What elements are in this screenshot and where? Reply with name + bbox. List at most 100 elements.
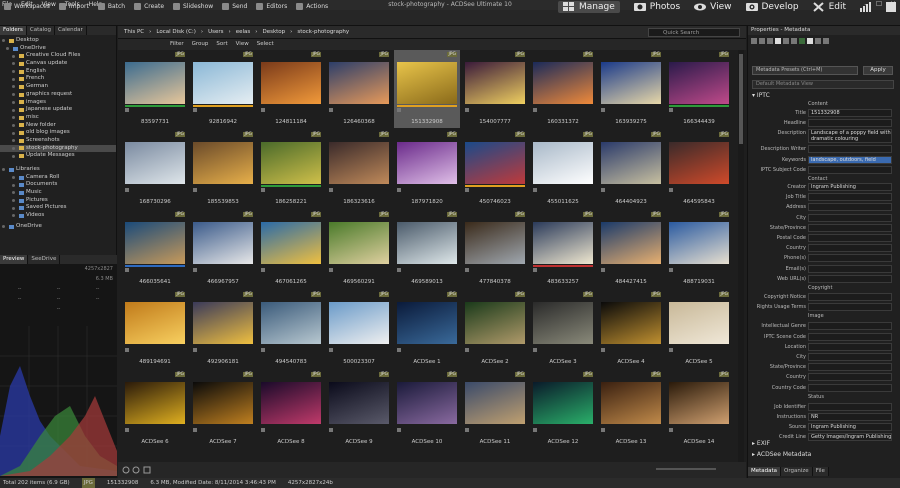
stats-icon[interactable] <box>860 2 872 12</box>
tab-folders[interactable]: Folders <box>0 26 27 35</box>
acdsee-metadata-section[interactable]: ▸ ACDSee Metadata <box>752 451 811 458</box>
thumbnail-item[interactable]: JPG 469589013 <box>394 210 460 288</box>
thumbnail-item[interactable]: JPG 489194691 <box>122 290 188 368</box>
mode-view[interactable]: View <box>694 2 732 12</box>
scrollbar-thumb[interactable] <box>739 54 743 144</box>
tool-icon[interactable] <box>799 38 805 44</box>
thumbnail-item[interactable]: JPG ACDSee 12 <box>530 370 596 448</box>
tree-item[interactable]: Update Messages <box>0 152 116 160</box>
library-item[interactable]: Music <box>0 189 116 197</box>
metadata-field-input[interactable] <box>808 303 892 312</box>
metadata-field-input[interactable] <box>808 402 892 411</box>
actions-button[interactable]: Actions <box>296 3 328 10</box>
tree-item[interactable]: misc <box>0 114 116 122</box>
thumbnail-item[interactable]: JPG ACDSee 7 <box>190 370 256 448</box>
tool-icon[interactable] <box>759 38 765 44</box>
thumbnail-item[interactable]: JPG 187971820 <box>394 130 460 208</box>
tab-metadata[interactable]: Metadata <box>748 467 782 476</box>
mode-edit[interactable]: Edit <box>812 2 846 12</box>
library-item[interactable]: Pictures <box>0 197 116 205</box>
metadata-field-input[interactable] <box>808 119 892 128</box>
metadata-presets-dropdown[interactable]: Metadata Presets (Ctrl+M) <box>752 66 858 75</box>
create-button[interactable]: Create <box>134 3 164 10</box>
tree-item[interactable]: Screenshots <box>0 137 116 145</box>
thumbnail-item[interactable]: JPG 483633257 <box>530 210 596 288</box>
thumbnail-item[interactable]: JPG 185539853 <box>190 130 256 208</box>
tab-preview[interactable]: Preview <box>0 255 29 264</box>
mode-develop[interactable]: Develop <box>745 2 799 12</box>
metadata-field-input[interactable] <box>808 373 892 382</box>
metadata-field-input[interactable] <box>808 213 892 222</box>
tree-item[interactable]: French <box>0 75 116 83</box>
tool-icon[interactable] <box>807 38 813 44</box>
library-item[interactable]: Documents <box>0 181 116 189</box>
tool-icon[interactable] <box>823 38 829 44</box>
thumbnail-item[interactable]: JPG ACDSee 8 <box>258 370 324 448</box>
metadata-field-input[interactable]: NR <box>808 413 892 421</box>
thumbnail-item[interactable]: JPG 83597731 <box>122 50 188 128</box>
thumbnail-item[interactable]: JPG 488719031 <box>666 210 732 288</box>
thumbnail-item[interactable]: JPG ACDSee 5 <box>666 290 732 368</box>
thumbnail-item[interactable]: JPG 464404923 <box>598 130 664 208</box>
thumbnail-item[interactable]: JPG 186323616 <box>326 130 392 208</box>
tree-item[interactable]: stock-photography <box>0 144 116 153</box>
tree-item[interactable]: Desktop <box>0 37 116 45</box>
batch-button[interactable]: Batch <box>97 3 125 10</box>
metadata-field-input[interactable] <box>808 322 892 331</box>
tab-organize[interactable]: Organize <box>781 467 813 476</box>
tab-seedrive[interactable]: SeeDrive <box>28 255 61 264</box>
exif-section-header[interactable]: ▸ EXIF <box>752 440 770 447</box>
metadata-field-input[interactable] <box>808 342 892 351</box>
thumbnail-item[interactable]: JPG ACDSee 11 <box>462 370 528 448</box>
thumbnail-item[interactable]: JPG 166344439 <box>666 50 732 128</box>
tool-icon[interactable] <box>767 38 773 44</box>
thumbnail-item[interactable]: JPG 450746023 <box>462 130 528 208</box>
thumbnail-item[interactable]: JPG 466967957 <box>190 210 256 288</box>
tool-icon[interactable] <box>751 38 757 44</box>
metadata-field-input[interactable] <box>808 363 892 372</box>
metadata-field-input[interactable]: 151332908 <box>808 109 892 117</box>
metadata-field-input[interactable] <box>808 254 892 263</box>
send-button[interactable]: Send <box>222 3 247 10</box>
tab-calendar[interactable]: Calendar <box>55 26 87 35</box>
metadata-field-input[interactable] <box>808 383 892 392</box>
tree-item[interactable]: images <box>0 99 116 107</box>
thumbnail-item[interactable]: JPG 492906181 <box>190 290 256 368</box>
tree-item[interactable]: graphics request <box>0 91 116 99</box>
crumb-users[interactable]: Users <box>208 29 223 35</box>
metadata-field-input[interactable] <box>808 223 892 232</box>
metadata-field-input[interactable] <box>808 274 892 283</box>
editors-button[interactable]: Editors <box>256 3 287 10</box>
view-dropdown[interactable]: View <box>236 41 249 47</box>
crumb-this-pc[interactable]: This PC <box>124 29 144 35</box>
filter-dropdown[interactable]: Filter <box>170 41 184 47</box>
metadata-field-input[interactable] <box>808 234 892 242</box>
metadata-field-input[interactable] <box>808 353 892 361</box>
thumbnail-item[interactable]: JPG ACDSee 4 <box>598 290 664 368</box>
metadata-field-input[interactable]: Getty Images/Ingram Publishing <box>808 433 892 442</box>
thumbnail-item[interactable]: JPG ACDSee 9 <box>326 370 392 448</box>
library-item[interactable]: Videos <box>0 212 116 220</box>
select-dropdown[interactable]: Select <box>257 41 274 47</box>
thumbnail-item[interactable]: JPG 151332908 <box>394 50 460 128</box>
tree-item[interactable]: Canvas update <box>0 60 116 68</box>
thumbnail-item[interactable]: JPG 455011625 <box>530 130 596 208</box>
dashboard-icon[interactable] <box>886 2 896 12</box>
tree-item[interactable]: New folder <box>0 122 116 130</box>
thumbnail-item[interactable]: JPG 126460368 <box>326 50 392 128</box>
tree-item[interactable]: OneDrive <box>0 45 116 53</box>
metadata-field-input[interactable] <box>808 193 892 202</box>
metadata-field-input[interactable] <box>808 332 892 341</box>
thumbnail-item[interactable]: JPG 477840378 <box>462 210 528 288</box>
thumbnail-item[interactable]: JPG 484427415 <box>598 210 664 288</box>
library-item[interactable]: Saved Pictures <box>0 204 116 212</box>
metadata-field-input[interactable]: landscape, outdoors, field <box>808 155 892 164</box>
tab-catalog[interactable]: Catalog <box>27 26 55 35</box>
metadata-field-input[interactable] <box>808 244 892 253</box>
iptc-section-header[interactable]: ▾ IPTC <box>752 92 770 99</box>
metadata-field-input[interactable] <box>808 264 892 273</box>
tree-item[interactable]: German <box>0 83 116 91</box>
thumbnail-item[interactable]: JPG ACDSee 13 <box>598 370 664 448</box>
crumb-user[interactable]: eelas <box>236 29 251 35</box>
group-dropdown[interactable]: Group <box>192 41 209 47</box>
